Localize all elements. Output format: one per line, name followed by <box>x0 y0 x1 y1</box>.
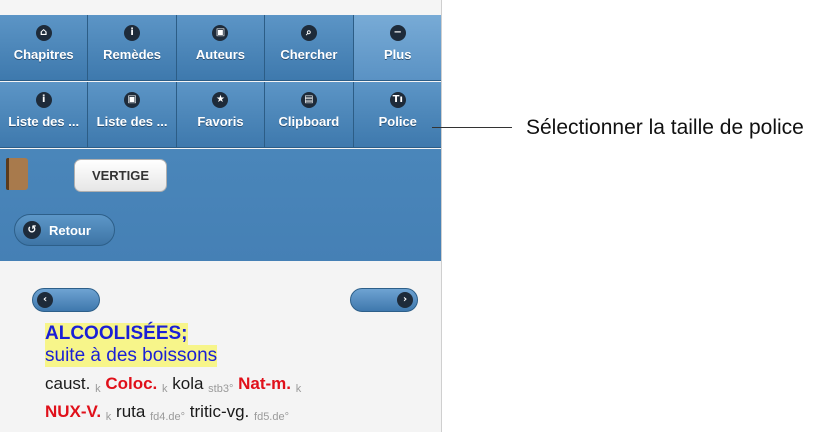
nav-label: Remèdes <box>103 47 161 62</box>
nav-label: Auteurs <box>195 47 246 62</box>
chevron-right-icon: › <box>397 292 413 308</box>
star-icon: ★ <box>212 92 229 108</box>
font-size-icon: Tı <box>389 92 406 108</box>
search-icon: ⌕ <box>300 25 317 41</box>
toolbar: VERTIGE ↺ Retour <box>0 149 441 261</box>
nav-label: Police <box>378 114 417 129</box>
remedy-line-1: caust. k Coloc. k kola stb3° Nat-m. k <box>45 374 301 395</box>
nav-more-4-button[interactable]: ▤ Clipboard <box>265 82 354 148</box>
contact-icon: ▣ <box>124 92 141 108</box>
rubric-subtitle: suite à des boissons <box>45 345 218 367</box>
remedy-name[interactable]: caust. <box>45 374 90 393</box>
info-icon: i <box>124 25 141 41</box>
back-button[interactable]: ↺ Retour <box>14 214 115 246</box>
remedy-name[interactable]: kola <box>172 374 203 393</box>
back-arrow-icon: ↺ <box>23 221 41 239</box>
remedy-grade: k <box>95 383 101 395</box>
nav-more-5-button[interactable]: Tı Police <box>353 82 441 148</box>
nav-main-1-button[interactable]: ⌂ Chapitres <box>0 15 89 81</box>
remedy-line-2: NUX-V. k ruta fd4.de° tritic-vg. fd5.de° <box>45 402 289 423</box>
callout-line <box>432 127 512 128</box>
clipboard-icon: ▤ <box>300 92 317 108</box>
rubric-heading: ALCOOLISÉES; suite à des boissons <box>45 323 218 367</box>
nav-label: Clipboard <box>278 114 340 129</box>
nav-label: Liste des ... <box>8 114 80 129</box>
minus-icon: − <box>389 25 406 41</box>
nav-main-2-button[interactable]: i Remèdes <box>88 15 177 81</box>
nav-more-2-button[interactable]: ▣ Liste des ... <box>88 82 177 148</box>
remedy-name-strong[interactable]: Coloc. <box>105 374 157 393</box>
screenshot-canvas: ⌂ Chapitres i Remèdes ▣ Auteurs ⌕ Chercher − Plus… <box>0 0 825 432</box>
remedy-name-strong[interactable]: NUX-V. <box>45 402 101 421</box>
remedy-grade: fd5.de° <box>254 411 289 423</box>
home-icon: ⌂ <box>35 25 52 41</box>
nav-label: Liste des ... <box>96 114 168 129</box>
remedy-name[interactable]: tritic-vg. <box>190 402 250 421</box>
rubric-title: ALCOOLISÉES; <box>45 323 188 345</box>
remedy-grade: stb3° <box>208 383 234 395</box>
remedy-name[interactable]: ruta <box>116 402 145 421</box>
nav-main-5-button[interactable]: − Plus <box>353 15 441 81</box>
nav-label: Favoris <box>197 114 244 129</box>
back-button-label: Retour <box>49 222 91 238</box>
repertory-content: ‹ › ALCOOLISÉES; suite à des boissons ca… <box>0 261 441 432</box>
remedy-grade: k <box>105 411 112 423</box>
nav-label: Chapitres <box>13 47 74 62</box>
nav-more-1-button[interactable]: i Liste des ... <box>0 82 89 148</box>
callout-text: Sélectionner la taille de police <box>526 116 804 139</box>
nav-row-main: ⌂ Chapitres i Remèdes ▣ Auteurs ⌕ Chercher − Plus <box>0 15 441 82</box>
nav-more-3-button[interactable]: ★ Favoris <box>176 82 266 148</box>
remedy-grade: k <box>162 383 168 395</box>
contact-icon: ▣ <box>212 25 229 41</box>
remedy-grade: fd4.de° <box>150 411 186 423</box>
app-screen: ⌂ Chapitres i Remèdes ▣ Auteurs ⌕ Chercher − Plus… <box>0 0 442 432</box>
remedy-grade: k <box>295 383 302 395</box>
nav-main-4-button[interactable]: ⌕ Chercher <box>265 15 354 81</box>
nav-main-3-button[interactable]: ▣ Auteurs <box>176 15 266 81</box>
nav-label: Plus <box>384 47 412 62</box>
previous-button[interactable]: ‹ <box>32 288 100 312</box>
chevron-left-icon: ‹ <box>37 292 53 308</box>
topic-button[interactable]: VERTIGE <box>74 159 167 192</box>
next-button[interactable]: › <box>350 288 418 312</box>
remedy-name-strong[interactable]: Nat-m. <box>238 374 291 393</box>
book-icon[interactable] <box>6 158 28 190</box>
nav-row-more: i Liste des ... ▣ Liste des ... ★ Favoris ▤ Cli… <box>0 82 441 149</box>
nav-label: Chercher <box>280 47 338 62</box>
info-icon: i <box>35 92 52 108</box>
